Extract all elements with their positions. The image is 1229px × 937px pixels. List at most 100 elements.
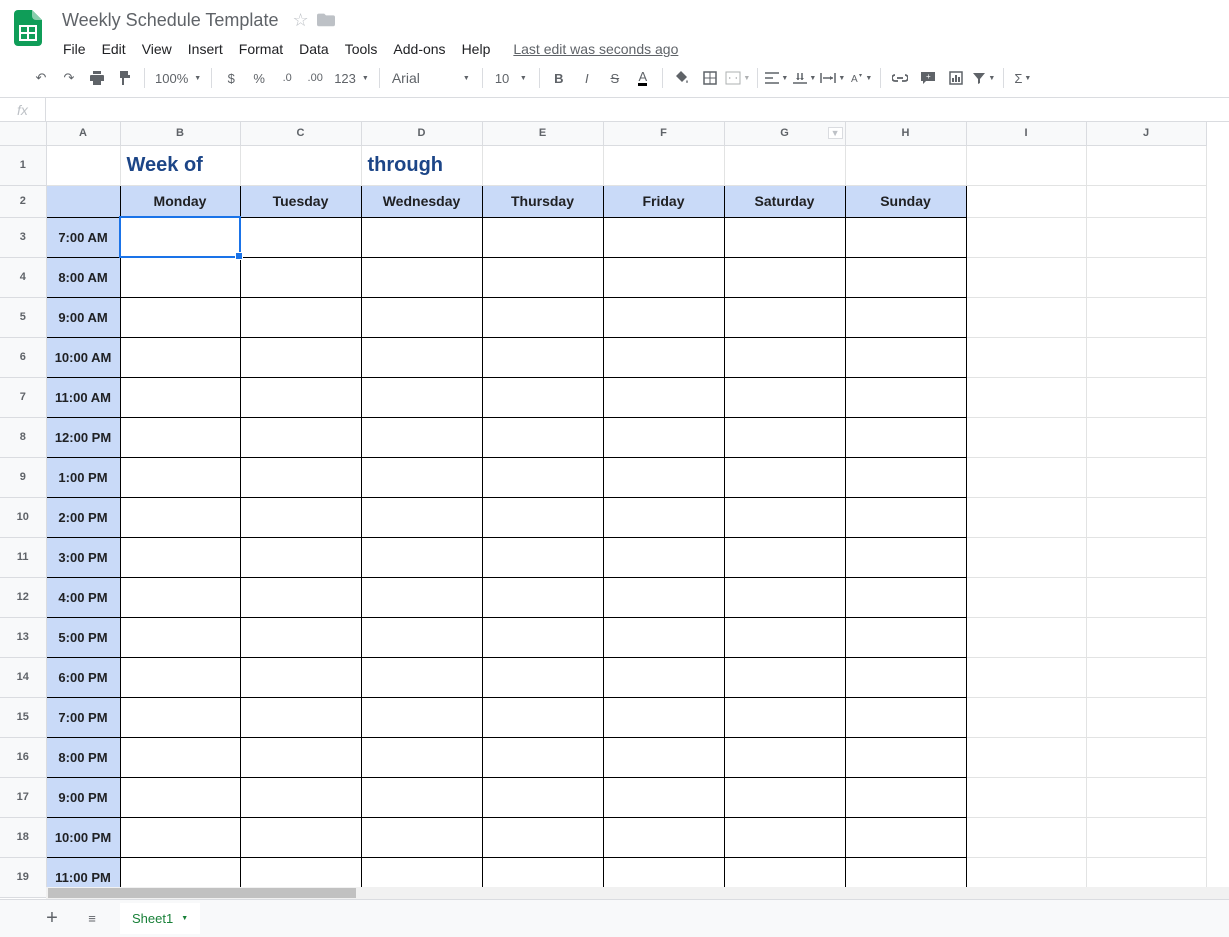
select-all-corner[interactable] bbox=[0, 122, 46, 145]
cell-H9[interactable] bbox=[845, 457, 966, 497]
cell-C14[interactable] bbox=[240, 657, 361, 697]
cell-E2[interactable]: Thursday bbox=[482, 185, 603, 217]
cell-E17[interactable] bbox=[482, 777, 603, 817]
cell-C2[interactable]: Tuesday bbox=[240, 185, 361, 217]
cell-A18[interactable]: 10:00 PM bbox=[46, 817, 120, 857]
row-header-18[interactable]: 18 bbox=[0, 817, 46, 857]
functions-button[interactable]: Σ▼ bbox=[1010, 65, 1036, 91]
cell-E10[interactable] bbox=[482, 497, 603, 537]
cell-A3[interactable]: 7:00 AM bbox=[46, 217, 120, 257]
cell-C10[interactable] bbox=[240, 497, 361, 537]
sheet-tab[interactable]: Sheet1▼ bbox=[120, 903, 200, 934]
cell-H14[interactable] bbox=[845, 657, 966, 697]
cell-F9[interactable] bbox=[603, 457, 724, 497]
cell-D17[interactable] bbox=[361, 777, 482, 817]
cell-B7[interactable] bbox=[120, 377, 240, 417]
menu-format[interactable]: Format bbox=[232, 37, 290, 61]
cell-A2[interactable] bbox=[46, 185, 120, 217]
cell-H2[interactable]: Sunday bbox=[845, 185, 966, 217]
cell-C13[interactable] bbox=[240, 617, 361, 657]
cell-J17[interactable] bbox=[1086, 777, 1206, 817]
horizontal-align-button[interactable]: ▼ bbox=[764, 65, 790, 91]
column-header-I[interactable]: I bbox=[966, 122, 1086, 145]
cell-J4[interactable] bbox=[1086, 257, 1206, 297]
cell-G9[interactable] bbox=[724, 457, 845, 497]
cell-H15[interactable] bbox=[845, 697, 966, 737]
cell-A7[interactable]: 11:00 AM bbox=[46, 377, 120, 417]
strikethrough-button[interactable]: S bbox=[602, 65, 628, 91]
column-dropdown-icon[interactable]: ▼ bbox=[828, 127, 843, 139]
filter-button[interactable]: ▼ bbox=[971, 65, 997, 91]
cell-I9[interactable] bbox=[966, 457, 1086, 497]
row-header-12[interactable]: 12 bbox=[0, 577, 46, 617]
cell-G4[interactable] bbox=[724, 257, 845, 297]
cell-F1[interactable] bbox=[603, 145, 724, 185]
cell-B5[interactable] bbox=[120, 297, 240, 337]
cell-H16[interactable] bbox=[845, 737, 966, 777]
cell-J13[interactable] bbox=[1086, 617, 1206, 657]
column-header-H[interactable]: H bbox=[845, 122, 966, 145]
cell-J11[interactable] bbox=[1086, 537, 1206, 577]
vertical-align-button[interactable]: ▼ bbox=[792, 65, 818, 91]
menu-view[interactable]: View bbox=[135, 37, 179, 61]
cell-H17[interactable] bbox=[845, 777, 966, 817]
menu-edit[interactable]: Edit bbox=[95, 37, 133, 61]
cell-D9[interactable] bbox=[361, 457, 482, 497]
cell-E8[interactable] bbox=[482, 417, 603, 457]
row-header-19[interactable]: 19 bbox=[0, 857, 46, 897]
cell-E14[interactable] bbox=[482, 657, 603, 697]
bold-button[interactable]: B bbox=[546, 65, 572, 91]
cell-I15[interactable] bbox=[966, 697, 1086, 737]
cell-E1[interactable] bbox=[482, 145, 603, 185]
cell-H1[interactable] bbox=[845, 145, 966, 185]
cell-E15[interactable] bbox=[482, 697, 603, 737]
cell-H8[interactable] bbox=[845, 417, 966, 457]
cell-G12[interactable] bbox=[724, 577, 845, 617]
cell-E18[interactable] bbox=[482, 817, 603, 857]
menu-insert[interactable]: Insert bbox=[181, 37, 230, 61]
cell-D15[interactable] bbox=[361, 697, 482, 737]
cell-D14[interactable] bbox=[361, 657, 482, 697]
cell-I3[interactable] bbox=[966, 217, 1086, 257]
cell-E5[interactable] bbox=[482, 297, 603, 337]
cell-F10[interactable] bbox=[603, 497, 724, 537]
row-header-17[interactable]: 17 bbox=[0, 777, 46, 817]
row-header-3[interactable]: 3 bbox=[0, 217, 46, 257]
cell-B15[interactable] bbox=[120, 697, 240, 737]
cell-C15[interactable] bbox=[240, 697, 361, 737]
cell-J10[interactable] bbox=[1086, 497, 1206, 537]
cell-J6[interactable] bbox=[1086, 337, 1206, 377]
cell-G5[interactable] bbox=[724, 297, 845, 337]
cell-B8[interactable] bbox=[120, 417, 240, 457]
cell-I13[interactable] bbox=[966, 617, 1086, 657]
cell-D1[interactable]: through bbox=[361, 145, 482, 185]
cell-G6[interactable] bbox=[724, 337, 845, 377]
cell-H13[interactable] bbox=[845, 617, 966, 657]
cell-J12[interactable] bbox=[1086, 577, 1206, 617]
cell-H7[interactable] bbox=[845, 377, 966, 417]
cell-I11[interactable] bbox=[966, 537, 1086, 577]
cell-I6[interactable] bbox=[966, 337, 1086, 377]
cell-D13[interactable] bbox=[361, 617, 482, 657]
cell-A8[interactable]: 12:00 PM bbox=[46, 417, 120, 457]
cell-A14[interactable]: 6:00 PM bbox=[46, 657, 120, 697]
undo-button[interactable]: ↶ bbox=[28, 65, 54, 91]
cell-B2[interactable]: Monday bbox=[120, 185, 240, 217]
cell-D12[interactable] bbox=[361, 577, 482, 617]
cell-D6[interactable] bbox=[361, 337, 482, 377]
cell-D11[interactable] bbox=[361, 537, 482, 577]
cell-J15[interactable] bbox=[1086, 697, 1206, 737]
cell-I8[interactable] bbox=[966, 417, 1086, 457]
cell-G8[interactable] bbox=[724, 417, 845, 457]
more-formats-button[interactable]: 123▼ bbox=[330, 71, 373, 86]
currency-button[interactable]: $ bbox=[218, 65, 244, 91]
cell-J9[interactable] bbox=[1086, 457, 1206, 497]
cell-A9[interactable]: 1:00 PM bbox=[46, 457, 120, 497]
cell-I2[interactable] bbox=[966, 185, 1086, 217]
menu-file[interactable]: File bbox=[56, 37, 93, 61]
row-header-7[interactable]: 7 bbox=[0, 377, 46, 417]
cell-H3[interactable] bbox=[845, 217, 966, 257]
cell-I12[interactable] bbox=[966, 577, 1086, 617]
cell-C11[interactable] bbox=[240, 537, 361, 577]
cell-F12[interactable] bbox=[603, 577, 724, 617]
